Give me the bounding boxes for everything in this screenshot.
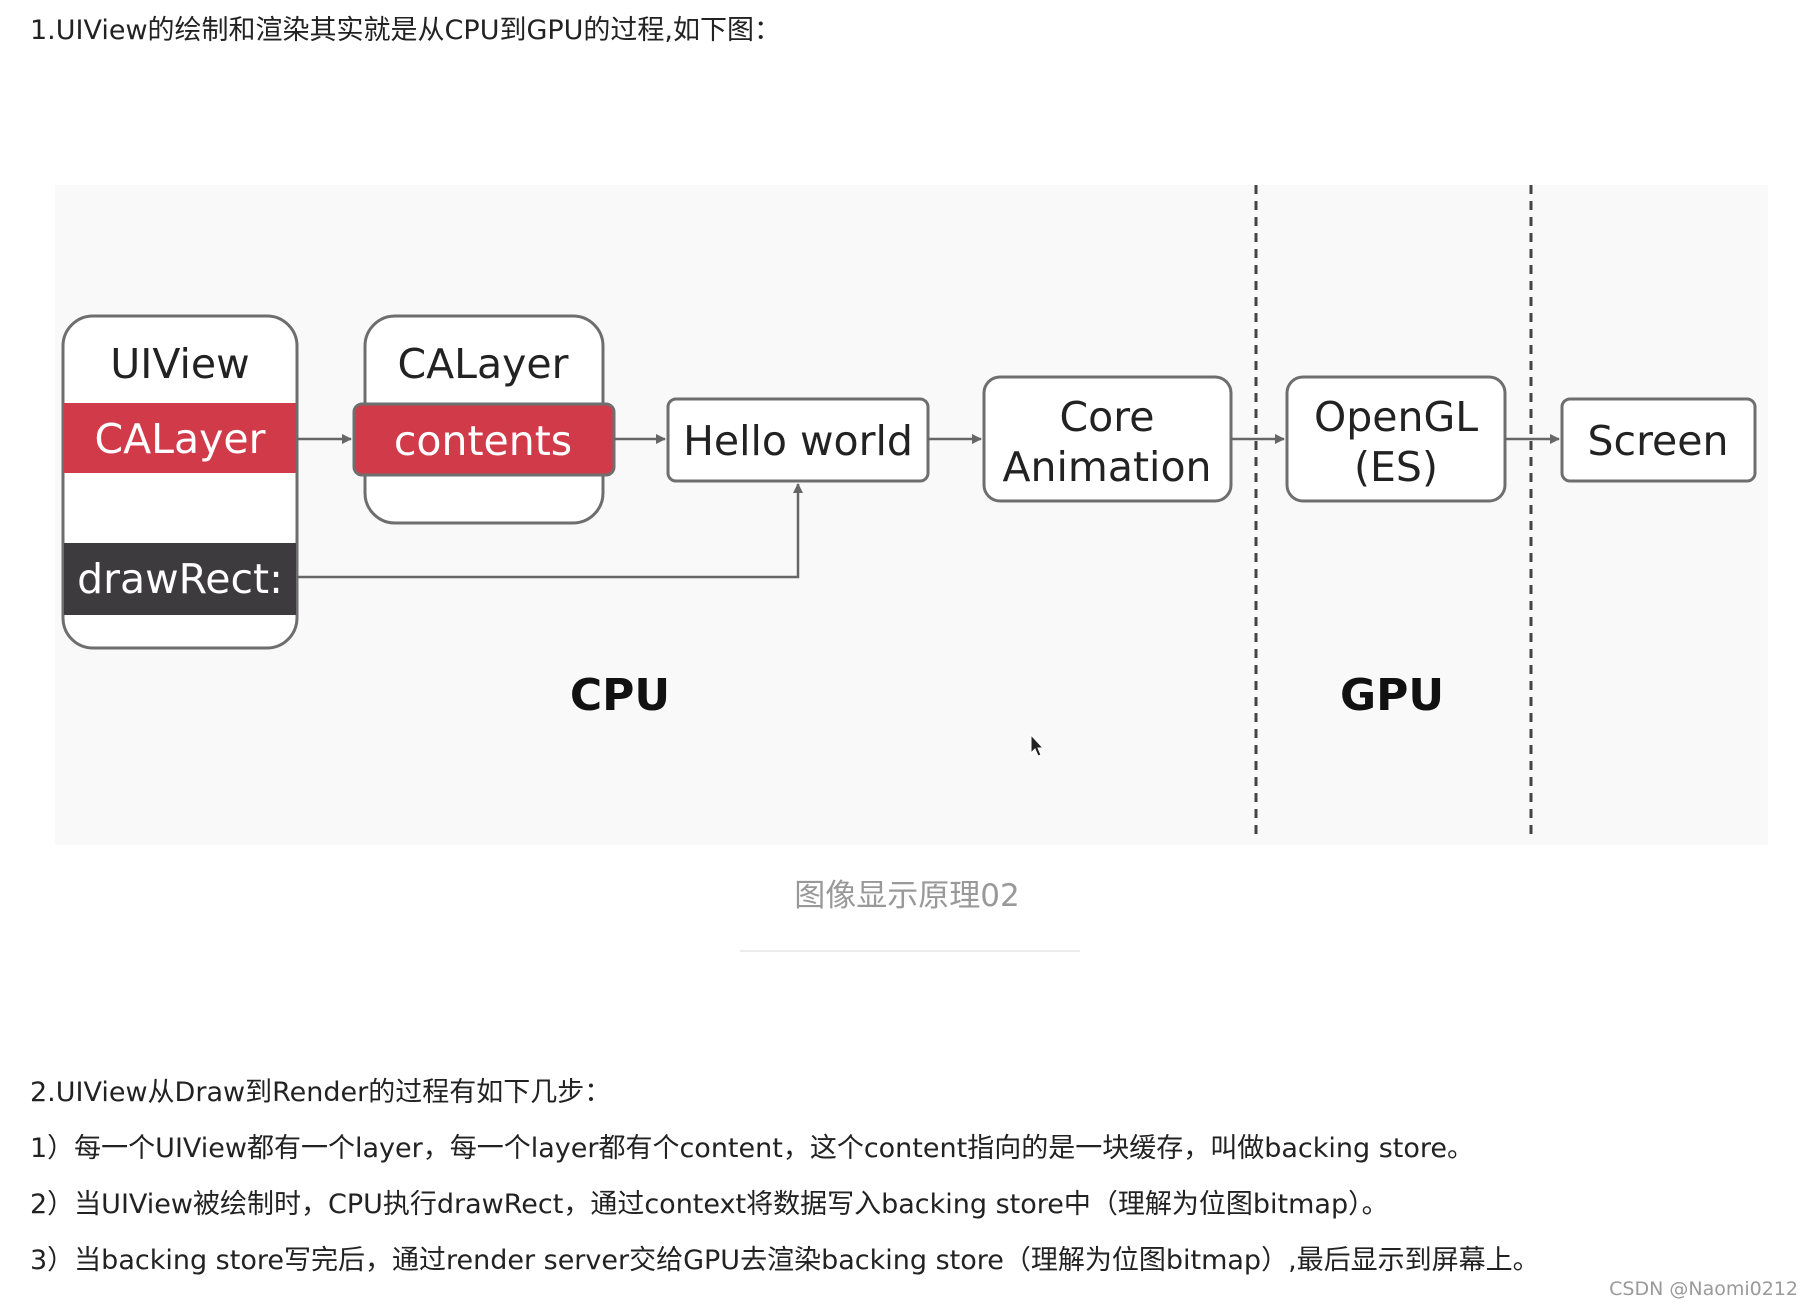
screen-box: Screen bbox=[1560, 397, 1757, 483]
screen-label: Screen bbox=[1588, 417, 1729, 465]
steps-heading: 2.UIView从Draw到Render的过程有如下几步： bbox=[30, 1077, 612, 1108]
cpu-label: CPU bbox=[570, 670, 670, 721]
calayer-contents-label: contents bbox=[394, 417, 572, 465]
mouse-cursor-icon bbox=[1030, 733, 1045, 757]
figure-caption: 图像显示原理02 bbox=[794, 878, 1020, 914]
gpu-label: GPU bbox=[1340, 670, 1444, 721]
step-1: 1）每一个UIView都有一个layer，每一个layer都有个content，… bbox=[30, 1133, 1474, 1164]
core-animation-label-line2: Animation bbox=[1002, 443, 1211, 491]
step-2: 2）当UIView被绘制时，CPU执行drawRect，通过context将数据… bbox=[30, 1189, 1389, 1220]
hello-world-label: Hello world bbox=[683, 417, 913, 465]
render-pipeline-diagram: UIView CALayer drawRect: CALayer content… bbox=[61, 185, 1757, 840]
watermark: CSDN @Naomi0212 bbox=[1609, 1278, 1798, 1300]
uiview-drawrect-label: drawRect: bbox=[77, 555, 283, 603]
core-animation-box: Core Animation bbox=[982, 375, 1233, 503]
core-animation-label-line1: Core bbox=[1060, 393, 1155, 441]
opengl-box: OpenGL (ES) bbox=[1285, 375, 1507, 503]
opengl-label-line2: (ES) bbox=[1354, 443, 1438, 491]
uiview-box: UIView CALayer drawRect: bbox=[61, 314, 299, 650]
intro-text: 1.UIView的绘制和渲染其实就是从CPU到GPU的过程,如下图： bbox=[30, 15, 782, 46]
caption-divider bbox=[740, 950, 1080, 952]
step-3: 3）当backing store写完后，通过render server交给GPU… bbox=[30, 1245, 1540, 1276]
calayer-title: CALayer bbox=[398, 340, 569, 388]
calayer-box: CALayer contents bbox=[352, 314, 616, 525]
hello-world-box: Hello world bbox=[666, 397, 930, 483]
uiview-title: UIView bbox=[110, 340, 249, 388]
render-pipeline-figure: UIView CALayer drawRect: CALayer content… bbox=[55, 185, 1768, 845]
opengl-label-line1: OpenGL bbox=[1314, 393, 1478, 441]
uiview-calayer-label: CALayer bbox=[95, 415, 266, 463]
